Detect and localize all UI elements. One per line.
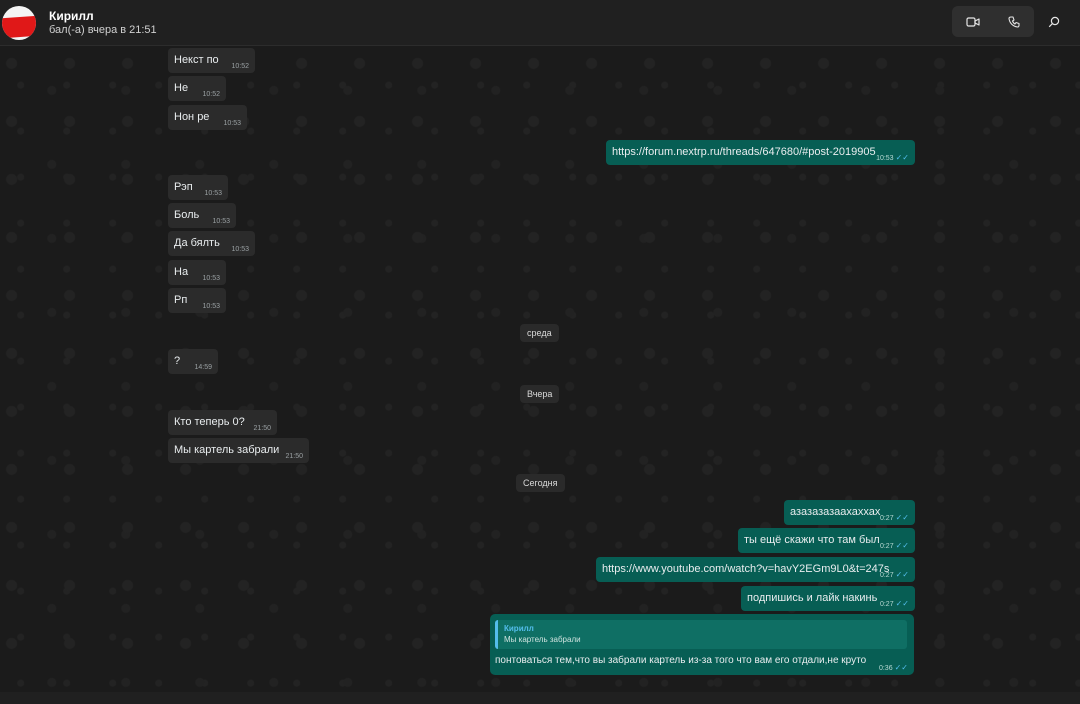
message-time: 10:53 xyxy=(212,218,230,225)
message-text: Мы картель забрали xyxy=(174,444,280,456)
message-time: 0:27 xyxy=(879,572,894,579)
message-time: 21:50 xyxy=(253,425,271,432)
read-ticks-icon: ✓✓ xyxy=(895,541,909,550)
video-call-button[interactable] xyxy=(952,6,993,37)
read-ticks-icon: ✓✓ xyxy=(895,513,909,522)
phone-icon xyxy=(1007,15,1020,28)
message-text[interactable]: https://www.youtube.com/watch?v=havY2EGm… xyxy=(602,557,889,582)
message-area[interactable] xyxy=(0,46,1080,692)
message-text: понтоваться тем,что вы забрали картель и… xyxy=(495,655,867,666)
message-time: 10:53 xyxy=(223,120,241,127)
read-ticks-icon: ✓✓ xyxy=(895,599,909,608)
message-outgoing[interactable]: ты ещё скажи что там был 0:27 ✓✓ xyxy=(738,528,915,553)
message-incoming[interactable]: Боль 10:53 xyxy=(168,203,236,228)
message-time: 10:53 xyxy=(202,303,220,310)
quoted-message[interactable]: Кирилл Мы картель забрали xyxy=(495,620,907,649)
message-text: Некст по xyxy=(174,54,219,66)
message-incoming[interactable]: Некст по 10:52 xyxy=(168,48,255,73)
message-time: 14:59 xyxy=(194,364,212,371)
voice-call-button[interactable] xyxy=(993,6,1034,37)
message-outgoing[interactable]: https://www.youtube.com/watch?v=havY2EGm… xyxy=(596,557,915,582)
message-incoming[interactable]: На 10:53 xyxy=(168,260,226,285)
message-incoming[interactable]: Рэп 10:53 xyxy=(168,175,228,200)
avatar[interactable] xyxy=(2,6,36,40)
quote-text: Мы картель забрали xyxy=(504,635,581,644)
read-ticks-icon: ✓✓ xyxy=(895,153,909,162)
message-time: 21:50 xyxy=(285,453,303,460)
message-incoming[interactable]: Нон ре 10:53 xyxy=(168,105,247,130)
video-camera-icon xyxy=(965,16,980,27)
message-time: 0:27 xyxy=(879,601,894,608)
contact-status: бал(-а) вчера в 21:51 xyxy=(49,24,157,36)
message-outgoing[interactable]: подпишись и лайк накинь 0:27 ✓✓ xyxy=(741,586,915,611)
message-text: подпишись и лайк накинь xyxy=(747,592,878,604)
message-text: ? xyxy=(174,355,181,367)
message-text[interactable]: https://forum.nextrp.ru/threads/647680/#… xyxy=(612,140,876,165)
message-text: Рэп xyxy=(174,181,193,193)
message-time: 0:36 xyxy=(878,665,893,672)
message-time: 10:52 xyxy=(202,91,220,98)
message-time: 10:53 xyxy=(204,190,222,197)
message-time: 0:27 xyxy=(879,543,894,550)
composer-bar[interactable] xyxy=(0,692,1080,704)
message-text: На xyxy=(174,266,189,278)
message-time: 10:52 xyxy=(231,63,249,70)
message-time: 10:53 xyxy=(876,155,894,162)
date-separator: среда xyxy=(520,324,559,342)
message-incoming[interactable]: Не 10:52 xyxy=(168,76,226,101)
message-incoming[interactable]: Мы картель забрали 21:50 xyxy=(168,438,309,463)
quote-author: Кирилл xyxy=(504,624,534,633)
message-text: Нон ре xyxy=(174,111,210,123)
date-separator: Сегодня xyxy=(516,474,565,492)
message-outgoing[interactable]: азазазазаахаххах 0:27 ✓✓ xyxy=(784,500,915,525)
message-incoming[interactable]: Да бялть 10:53 xyxy=(168,231,255,256)
message-text: ты ещё скажи что там был xyxy=(744,534,880,546)
date-separator: Вчера xyxy=(520,385,560,403)
message-incoming[interactable]: ? 14:59 xyxy=(168,349,218,374)
message-outgoing-reply[interactable]: Кирилл Мы картель забрали понтоваться те… xyxy=(490,614,914,675)
message-text: Рп xyxy=(174,294,188,306)
call-button-group xyxy=(952,6,1034,37)
chat-header: Кирилл бал(-а) вчера в 21:51 xyxy=(0,0,1080,46)
message-time: 10:53 xyxy=(231,246,249,253)
message-text: Не xyxy=(174,82,189,94)
search-button[interactable] xyxy=(1040,8,1068,36)
message-text: Боль xyxy=(174,209,200,221)
message-time: 10:53 xyxy=(202,275,220,282)
message-incoming[interactable]: Кто теперь 0? 21:50 xyxy=(168,410,277,435)
read-ticks-icon: ✓✓ xyxy=(895,570,909,579)
message-time: 0:27 xyxy=(879,515,894,522)
message-text: Да бялть xyxy=(174,237,220,249)
message-incoming[interactable]: Рп 10:53 xyxy=(168,288,226,313)
redaction-mark xyxy=(2,13,36,39)
contact-name[interactable]: Кирилл xyxy=(49,9,94,23)
read-ticks-icon: ✓✓ xyxy=(894,663,908,672)
message-text: Кто теперь 0? xyxy=(174,416,245,428)
search-icon xyxy=(1048,16,1060,28)
message-outgoing[interactable]: https://forum.nextrp.ru/threads/647680/#… xyxy=(606,140,915,165)
message-text: азазазазаахаххах xyxy=(790,506,881,518)
